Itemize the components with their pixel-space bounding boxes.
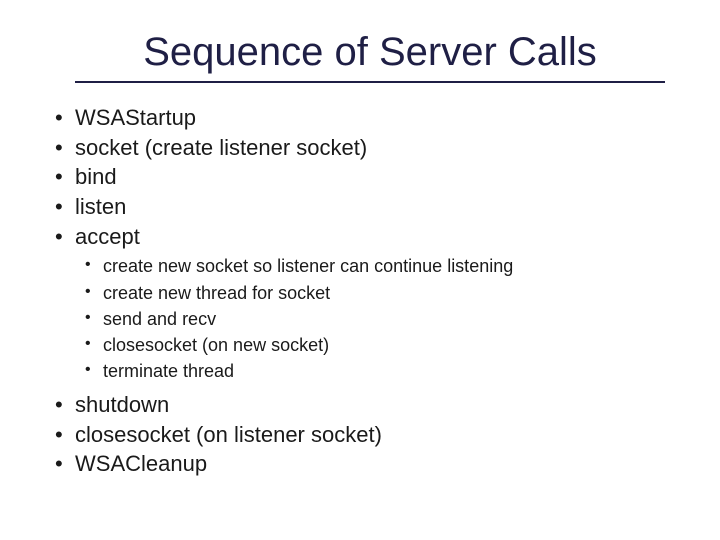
sub-bullet-text: send and recv — [103, 306, 216, 332]
bullet-dot-icon: • — [55, 192, 75, 222]
bullet-text: listen — [75, 192, 126, 222]
bullet-text: accept — [75, 222, 140, 252]
sub-bullet-text: create new socket so listener can contin… — [103, 253, 513, 279]
bullet-dot-icon: • — [85, 280, 103, 304]
bullet-dot-icon: • — [55, 420, 75, 450]
bullet-text: WSACleanup — [75, 449, 207, 479]
bullet-item: • WSACleanup — [55, 449, 675, 479]
bullet-item: • closesocket (on listener socket) — [55, 420, 675, 450]
main-bullet-list: • WSAStartup • socket (create listener s… — [45, 103, 675, 251]
bullet-dot-icon: • — [55, 103, 75, 133]
bullet-dot-icon: • — [55, 449, 75, 479]
bullet-item: • bind — [55, 162, 675, 192]
bullet-dot-icon: • — [55, 133, 75, 163]
bullet-item: • accept — [55, 222, 675, 252]
slide-title: Sequence of Server Calls — [75, 30, 665, 83]
bullet-text: WSAStartup — [75, 103, 196, 133]
bullet-text: socket (create listener socket) — [75, 133, 367, 163]
sub-bullet-text: closesocket (on new socket) — [103, 332, 329, 358]
main-bullet-list-continued: • shutdown • closesocket (on listener so… — [45, 390, 675, 479]
sub-bullet-item: • create new socket so listener can cont… — [85, 253, 675, 279]
bullet-dot-icon: • — [85, 358, 103, 382]
bullet-dot-icon: • — [85, 332, 103, 356]
bullet-item: • shutdown — [55, 390, 675, 420]
sub-bullet-text: create new thread for socket — [103, 280, 330, 306]
bullet-text: shutdown — [75, 390, 169, 420]
bullet-dot-icon: • — [55, 162, 75, 192]
sub-bullet-item: • create new thread for socket — [85, 280, 675, 306]
bullet-text: bind — [75, 162, 117, 192]
bullet-item: • listen — [55, 192, 675, 222]
bullet-item: • WSAStartup — [55, 103, 675, 133]
bullet-item: • socket (create listener socket) — [55, 133, 675, 163]
bullet-dot-icon: • — [55, 390, 75, 420]
bullet-dot-icon: • — [85, 306, 103, 330]
sub-bullet-item: • send and recv — [85, 306, 675, 332]
sub-bullet-item: • terminate thread — [85, 358, 675, 384]
bullet-dot-icon: • — [85, 253, 103, 277]
bullet-text: closesocket (on listener socket) — [75, 420, 382, 450]
sub-bullet-text: terminate thread — [103, 358, 234, 384]
sub-bullet-list: • create new socket so listener can cont… — [45, 253, 675, 383]
sub-bullet-item: • closesocket (on new socket) — [85, 332, 675, 358]
bullet-dot-icon: • — [55, 222, 75, 252]
